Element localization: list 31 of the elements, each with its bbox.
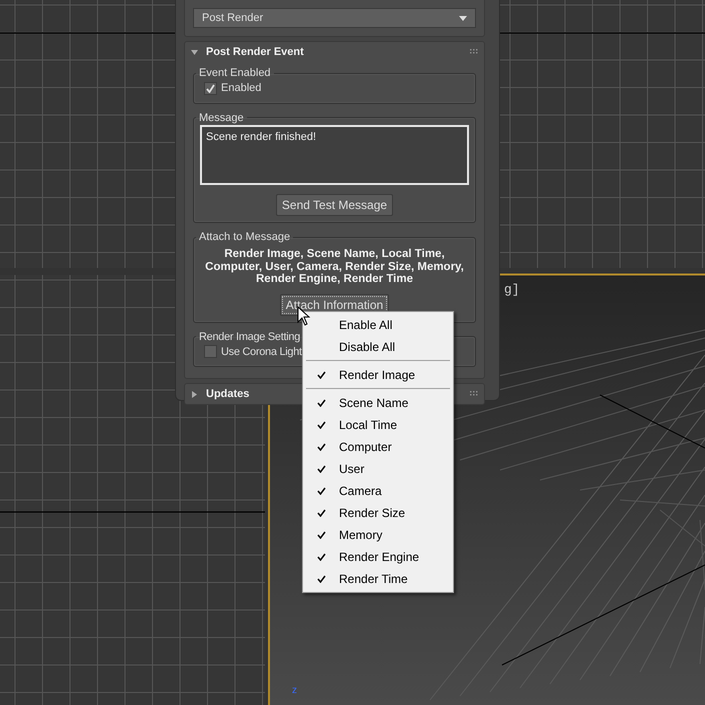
- menu-item[interactable]: Local Time: [303, 414, 453, 436]
- rollout-toggle-icon[interactable]: [191, 390, 198, 398]
- viewport-label: g]: [504, 281, 520, 299]
- group-label: Render Image Setting: [198, 330, 302, 344]
- grip-icon[interactable]: [470, 49, 478, 55]
- menu-item[interactable]: Render Engine: [303, 546, 453, 568]
- rollout-title[interactable]: Post Render Event: [206, 44, 462, 60]
- menu-item[interactable]: Scene Name: [303, 392, 453, 414]
- checkbox-label: Use Corona Light: [221, 344, 302, 360]
- rollout-toggle-icon[interactable]: [191, 48, 198, 56]
- checkbox[interactable]: [204, 82, 217, 95]
- menu-item[interactable]: Render Size: [303, 502, 453, 524]
- menu-item[interactable]: Render Image: [303, 364, 453, 386]
- menu-item[interactable]: Disable All: [303, 336, 453, 358]
- menu-item[interactable]: Computer: [303, 436, 453, 458]
- menu-item[interactable]: Render Time: [303, 568, 453, 590]
- menu-item[interactable]: User: [303, 458, 453, 480]
- dropdown-arrow-icon: [459, 16, 467, 20]
- menu-item[interactable]: Camera: [303, 480, 453, 502]
- attached-fields-text: Render Image, Scene Name, Local Time, Computer, User, Camera, Render Size, Memory, Render Engine, Render Time: [204, 248, 465, 286]
- group-label: Event Enabled: [198, 66, 272, 80]
- message-field[interactable]: Scene render finished!: [200, 124, 469, 184]
- axis-label: z: [292, 686, 297, 696]
- dropdown[interactable]: Post Render: [193, 8, 476, 28]
- checkbox[interactable]: [204, 345, 217, 358]
- grip-icon[interactable]: [470, 391, 478, 397]
- checkbox-label: Enabled: [221, 81, 262, 96]
- send-test-message-button[interactable]: Send Test Message: [276, 194, 394, 216]
- menu-item[interactable]: Memory: [303, 524, 453, 546]
- group-label: Message: [198, 110, 245, 124]
- group-label: Attach to Message: [198, 230, 292, 244]
